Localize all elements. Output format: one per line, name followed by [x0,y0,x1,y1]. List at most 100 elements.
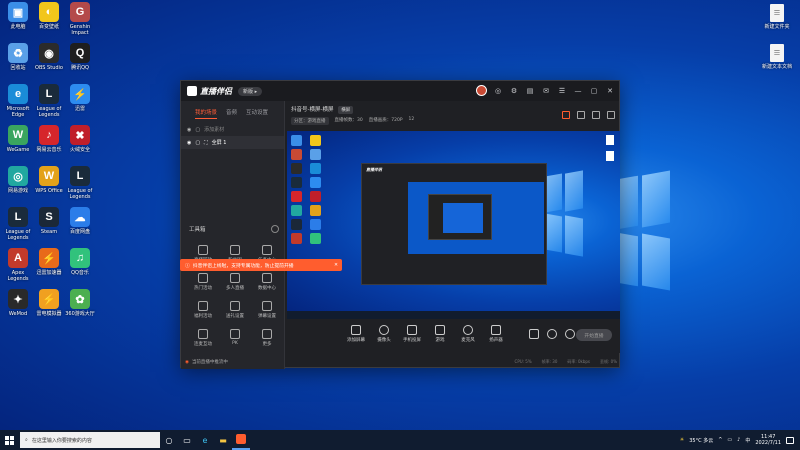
document-icon: ≡ [770,44,784,62]
settings-icon[interactable]: ⚙ [509,86,519,96]
desktop-icon[interactable]: S Steam [32,207,66,235]
maximize-icon[interactable]: ▢ [589,86,599,96]
avatar[interactable] [476,85,487,96]
close-icon[interactable]: ✕ [605,86,615,96]
camera-control[interactable]: 摄像头 [371,325,397,343]
tool-item[interactable]: PK [219,329,251,347]
screen-control[interactable]: 添加屏幕 [343,325,369,343]
streaming-app-taskbar-icon[interactable] [232,430,250,450]
desktop-icon[interactable]: ⚡ 迅雷加速器 [32,248,66,276]
layout-icon[interactable] [577,111,585,119]
room-title[interactable]: 抖音号-横屏-横屏 [291,107,333,113]
room-category[interactable]: 分区：游戏直播 [291,117,329,125]
desktop-icon[interactable]: ♻ 回收站 [1,43,35,71]
desktop-icon[interactable]: ◉ OBS Studio [32,43,66,71]
window-icon[interactable] [607,111,615,119]
gift-icon[interactable] [562,111,570,119]
tool-item[interactable]: 数据中心 [251,273,283,291]
tool-item[interactable]: 福利活动 [187,301,219,319]
file-explorer-icon[interactable]: ▬ [214,430,232,450]
system-tray: ☀ 35°C 多云 ^ ▭ ♪ 中 11:47 2022/7/11 [680,430,794,450]
start-live-button[interactable]: 开始直播 [576,329,612,341]
room-tag[interactable]: 横屏 [338,106,354,114]
gift-icon[interactable]: ▤ [525,86,535,96]
version-badge[interactable]: 新版 ▸ [238,86,263,96]
mail-icon[interactable]: ✉ [541,86,551,96]
app-icon: ✖ [70,125,90,145]
tab-scenes[interactable]: 我的场景 [195,108,218,119]
speaker-control[interactable]: 扬声器 [483,325,509,343]
tool-item[interactable]: 连麦互动 [187,329,219,347]
desktop-icon[interactable]: ◐ 百变壁纸 [32,2,66,30]
desktop-icon[interactable]: ✦ WeMod [1,289,35,317]
taskbar-search[interactable]: ⌕ 在这里输入你要搜索的内容 [20,432,160,448]
tool-item[interactable]: 更多 [251,329,283,347]
desktop-icon[interactable]: G Genshin Impact [63,2,97,36]
edge-icon[interactable]: e [196,430,214,450]
tool-item[interactable]: 热门活动 [187,273,219,291]
desktop-icon[interactable]: L League of Legends [32,84,66,118]
eye-icon[interactable]: ◉ [187,140,191,146]
banner-close-icon[interactable]: ✕ [334,263,338,268]
desktop-icon[interactable]: L League of Legends [1,207,35,241]
toolbox-expand-icon[interactable] [271,225,279,233]
tool-item[interactable]: 多人直播 [219,273,251,291]
desktop-icon-new-text[interactable]: ≡ 新建文本文档 [760,44,794,70]
desktop-icon[interactable]: ♪ 网易云音乐 [32,125,66,153]
tool-label: 送礼设置 [226,314,244,319]
clock[interactable]: 11:47 2022/7/11 [755,434,781,446]
add-source-row[interactable]: ◉ ▢ 添加素材 [181,123,284,136]
app-icon: ⚡ [70,84,90,104]
volume-icon[interactable]: ♪ [737,437,740,443]
desktop-icon[interactable]: Q 腾讯QQ [63,43,97,71]
preview-app-icon [309,163,321,174]
camera-label: 摄像头 [377,338,391,343]
desktop-icon[interactable]: ⚡ 迅雷 [63,84,97,112]
weather-icon[interactable]: ☀ [680,437,684,443]
task-view-icon[interactable]: ▭ [178,430,196,450]
headset-icon[interactable]: ◎ [493,86,503,96]
tool-item[interactable]: 送礼设置 [219,301,251,319]
wallpaper-windows-logo [612,170,672,291]
notice-banner[interactable]: ⓘ 抖音伴侣上线啦，支持专属功能，防止提前开播 ✕ [180,259,342,271]
desktop-icon[interactable]: W WPS Office [32,166,66,194]
tool-item[interactable]: 弹幕设置 [251,301,283,319]
toolbox-label: 工具箱 [189,227,206,233]
desktop-icon[interactable]: ✿ 360游戏大厅 [63,289,97,317]
desktop-icon[interactable]: ♫ QQ音乐 [63,248,97,276]
room-fps: 直播帧数：30 [334,118,363,123]
desktop-icon[interactable]: ✖ 火绒安全 [63,125,97,153]
desktop-icon[interactable]: e Microsoft Edge [1,84,35,118]
tab-interaction[interactable]: 互动设置 [246,108,268,119]
mic-control[interactable]: 麦克风 [455,325,481,343]
desktop-icon[interactable]: ◎ 网易游戏 [1,166,35,194]
ime-indicator[interactable]: 中 [745,437,750,444]
tool-icon [262,245,272,255]
cortana-icon[interactable]: ○ [160,430,178,450]
phone-control[interactable]: 手机投屏 [399,325,425,343]
menu-icon[interactable]: ☰ [557,86,567,96]
desktop-icon[interactable]: ☁ 百度网盘 [63,207,97,235]
desktop-icon-new-folder[interactable]: ≡ 新建文件夹 [760,4,794,30]
network-icon[interactable]: ▭ [727,437,732,443]
start-button[interactable] [0,430,18,450]
tray-expand-icon[interactable]: ^ [718,437,722,443]
minimize-icon[interactable]: — [573,86,583,96]
desktop-icon[interactable]: W WeGame [1,125,35,153]
desktop-icon[interactable]: ⚡ 雷电模拟器 [32,289,66,317]
game-control[interactable]: 游戏 [427,325,453,343]
app-icon: e [8,84,28,104]
desktop-icon[interactable]: A Apex Legends [1,248,35,282]
notification-icon[interactable] [786,436,794,444]
desktop-icon[interactable]: ▣ 此电脑 [1,2,35,30]
lock-icon[interactable]: ▢ [195,140,200,146]
scene-item[interactable]: ◉ ▢ ⛶ 全屏 1 [181,136,284,149]
weather-text[interactable]: 35°C 多云 [689,437,713,444]
app-icon: ◎ [8,166,28,186]
desktop-icon[interactable]: L League of Legends [63,166,97,200]
tab-audio[interactable]: 音频 [226,108,237,119]
tool-label: 更多 [262,342,272,347]
desktop-icon-label: 迅雷加速器 [36,270,62,276]
share-icon[interactable] [592,111,600,119]
stream-preview[interactable]: 直播伴侣 [287,131,620,319]
